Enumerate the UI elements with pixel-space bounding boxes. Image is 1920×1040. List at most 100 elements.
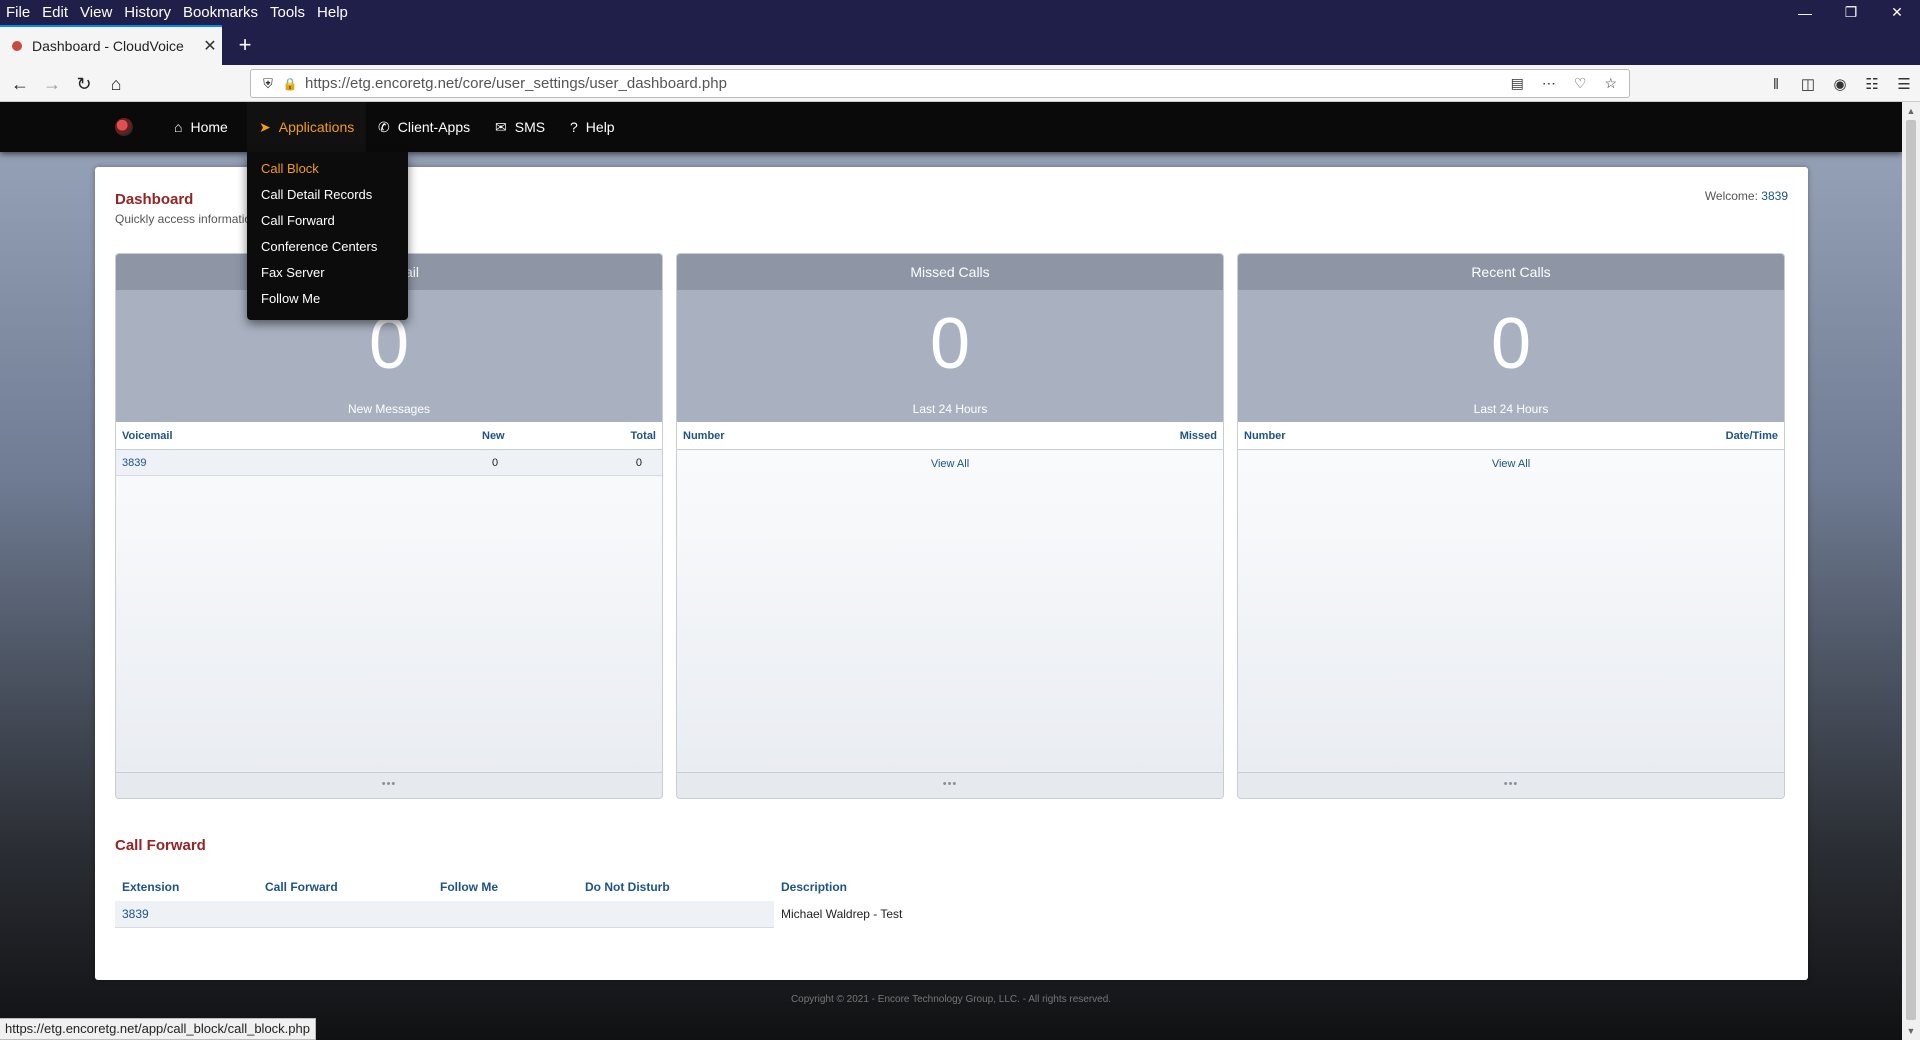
menu-item-call-block[interactable]: Call Block bbox=[247, 156, 408, 182]
restore-button[interactable]: ❐ bbox=[1828, 0, 1874, 25]
voicemail-widget: Voicemail 0 New Messages Voicemail New T… bbox=[115, 253, 663, 799]
tab-title: Dashboard - CloudVoice bbox=[32, 38, 184, 54]
column-number: Number bbox=[683, 429, 725, 442]
voicemail-extension[interactable]: 3839 bbox=[122, 457, 492, 469]
url-actions: ▤ ⋯ ♡ ☆ bbox=[1511, 75, 1617, 92]
menu-tools[interactable]: Tools bbox=[264, 0, 311, 25]
voicemail-new: 0 bbox=[492, 456, 499, 469]
welcome-user-link[interactable]: 3839 bbox=[1761, 189, 1788, 203]
scroll-down-icon[interactable]: ▼ bbox=[1902, 1022, 1920, 1040]
column-do-not-disturb: Do Not Disturb bbox=[585, 880, 670, 894]
minimize-button[interactable]: — bbox=[1782, 0, 1828, 25]
browser-tab[interactable]: Dashboard - CloudVoice ✕ bbox=[0, 25, 222, 65]
favicon-icon bbox=[12, 41, 22, 51]
copyright-text: Copyright © 2021 - Encore Technology Gro… bbox=[790, 994, 1112, 1005]
menu-item-call-detail-records[interactable]: Call Detail Records bbox=[247, 182, 408, 208]
extensions-icon[interactable]: ☷ bbox=[1856, 70, 1888, 98]
logo-icon[interactable] bbox=[115, 118, 133, 136]
welcome-label: Welcome: bbox=[1704, 189, 1758, 203]
table-header: Extension Call Forward Follow Me Do Not … bbox=[115, 875, 937, 899]
hamburger-menu-icon[interactable]: ☰ bbox=[1888, 70, 1920, 98]
sidebar-icon[interactable]: ◫ bbox=[1792, 70, 1824, 98]
column-missed: Missed bbox=[1179, 429, 1217, 442]
table-header: Number Missed bbox=[677, 422, 1223, 450]
column-datetime: Date/Time bbox=[1725, 429, 1778, 442]
menu-item-follow-me[interactable]: Follow Me bbox=[247, 286, 408, 312]
menu-view[interactable]: View bbox=[74, 0, 118, 25]
widget-count: 0 bbox=[1490, 304, 1532, 384]
scroll-up-icon[interactable]: ▲ bbox=[1902, 102, 1920, 120]
call-forward-table: Extension Call Forward Follow Me Do Not … bbox=[115, 875, 937, 928]
widget-summary[interactable]: 0 Last 24 Hours bbox=[1238, 290, 1784, 422]
column-new: New bbox=[482, 429, 505, 442]
tab-bar: Dashboard - CloudVoice ✕ + bbox=[0, 25, 1920, 65]
widget-expand[interactable]: ••• bbox=[116, 772, 662, 798]
nav-home[interactable]: ⌂ Home bbox=[162, 102, 240, 152]
column-voicemail: Voicemail bbox=[122, 429, 173, 442]
close-window-button[interactable]: ✕ bbox=[1874, 0, 1920, 25]
menu-item-call-forward[interactable]: Call Forward bbox=[247, 208, 408, 234]
missed-calls-widget: Missed Calls 0 Last 24 Hours Number Miss… bbox=[676, 253, 1224, 799]
view-all-link[interactable]: View All bbox=[1238, 450, 1784, 470]
page-scrollbar[interactable]: ▲ ▼ bbox=[1902, 102, 1920, 1040]
home-icon[interactable]: ⌂ bbox=[102, 70, 130, 98]
bookmark-star-icon[interactable]: ☆ bbox=[1604, 75, 1617, 92]
question-icon: ? bbox=[570, 119, 578, 135]
widget-subtitle: Last 24 Hours bbox=[912, 402, 988, 416]
extension-link[interactable]: 3839 bbox=[115, 907, 258, 921]
forward-icon[interactable]: → bbox=[38, 70, 66, 98]
widget-expand[interactable]: ••• bbox=[677, 772, 1223, 798]
widget-title: Recent Calls bbox=[1238, 254, 1784, 290]
table-row[interactable]: 3839 Michael Waldrep - Test bbox=[115, 900, 937, 928]
page-actions-icon[interactable]: ⋯ bbox=[1542, 75, 1556, 92]
browser-navbar: ← → ↻ ⌂ ⛨ 🔒 https://etg.encoretg.net/cor… bbox=[0, 65, 1920, 102]
description-cell: Michael Waldrep - Test bbox=[774, 900, 937, 928]
paper-plane-icon: ➤ bbox=[259, 118, 271, 135]
menu-file[interactable]: File bbox=[0, 0, 36, 25]
reader-view-icon[interactable]: ▤ bbox=[1511, 75, 1524, 92]
account-icon[interactable]: ◉ bbox=[1824, 70, 1856, 98]
widget-summary[interactable]: 0 Last 24 Hours bbox=[677, 290, 1223, 422]
pocket-icon[interactable]: ♡ bbox=[1574, 75, 1587, 92]
menu-help[interactable]: Help bbox=[311, 0, 354, 25]
menu-history[interactable]: History bbox=[118, 0, 177, 25]
new-tab-button[interactable]: + bbox=[230, 25, 260, 65]
table-header: Number Date/Time bbox=[1238, 422, 1784, 450]
lock-icon[interactable]: 🔒 bbox=[281, 77, 299, 91]
column-number: Number bbox=[1244, 429, 1286, 442]
page-viewport: ⌂ Home ➤ Applications ✆ Client-Apps ✉ SM… bbox=[0, 102, 1902, 1040]
column-description: Description bbox=[781, 880, 848, 894]
nav-client-apps-label: Client-Apps bbox=[397, 119, 471, 135]
voicemail-total: 0 bbox=[635, 456, 642, 469]
menu-item-conference-centers[interactable]: Conference Centers bbox=[247, 234, 408, 260]
library-icon[interactable]: ‖ bbox=[1760, 70, 1792, 98]
nav-help-label: Help bbox=[585, 119, 615, 135]
widget-expand[interactable]: ••• bbox=[1238, 772, 1784, 798]
nav-applications[interactable]: ➤ Applications bbox=[247, 102, 367, 152]
tab-close-icon[interactable]: ✕ bbox=[198, 36, 222, 56]
nav-home-label: Home bbox=[190, 119, 228, 135]
view-all-link[interactable]: View All bbox=[677, 450, 1223, 470]
toolbar-right: ‖ ◫ ◉ ☷ ☰ bbox=[1760, 70, 1920, 98]
call-forward-title: Call Forward bbox=[115, 837, 206, 854]
menu-edit[interactable]: Edit bbox=[36, 0, 74, 25]
reload-icon[interactable]: ↻ bbox=[70, 70, 98, 98]
shield-icon[interactable]: ⛨ bbox=[255, 76, 281, 92]
nav-client-apps[interactable]: ✆ Client-Apps bbox=[366, 102, 482, 152]
scrollbar-thumb[interactable] bbox=[1906, 120, 1916, 1020]
nav-sms-label: SMS bbox=[514, 119, 546, 135]
column-total: Total bbox=[630, 429, 656, 442]
table-row[interactable]: 3839 0 0 bbox=[116, 450, 662, 476]
nav-help[interactable]: ? Help bbox=[558, 102, 627, 152]
menu-item-fax-server[interactable]: Fax Server bbox=[247, 260, 408, 286]
url-text[interactable]: https://etg.encoretg.net/core/user_setti… bbox=[305, 75, 1511, 92]
menu-bookmarks[interactable]: Bookmarks bbox=[177, 0, 264, 25]
widget-title: Missed Calls bbox=[677, 254, 1223, 290]
status-bar-url: https://etg.encoretg.net/app/call_block/… bbox=[0, 1018, 316, 1040]
back-icon[interactable]: ← bbox=[6, 70, 34, 98]
nav-sms[interactable]: ✉ SMS bbox=[483, 102, 557, 152]
nav-applications-label: Applications bbox=[278, 119, 355, 135]
column-call-forward: Call Forward bbox=[265, 880, 338, 894]
table-header: Voicemail New Total bbox=[116, 422, 662, 450]
address-bar[interactable]: ⛨ 🔒 https://etg.encoretg.net/core/user_s… bbox=[250, 69, 1630, 98]
